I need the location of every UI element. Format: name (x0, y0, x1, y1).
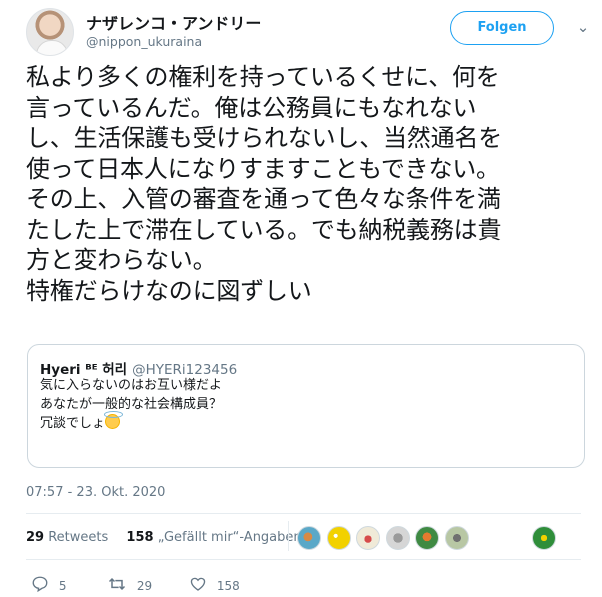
retweets-count[interactable]: 29 (26, 530, 44, 545)
liker-avatar[interactable] (327, 526, 351, 550)
liker-avatar[interactable] (386, 526, 410, 550)
actions-top-divider (26, 559, 581, 560)
likes-label[interactable]: „Gefällt mir“-Angaben (158, 530, 302, 545)
likes-count[interactable]: 158 (126, 530, 153, 545)
retweet-count: 29 (136, 579, 153, 593)
like-count: 158 (216, 579, 240, 593)
liker-avatar[interactable] (415, 526, 439, 550)
author-display-name[interactable]: ナザレンコ・アンドリー (86, 10, 261, 34)
tweet-text: 私より多くの権利を持っているくせに、何を 言っているんだ。俺は公務員にもなれない… (26, 63, 502, 305)
chevron-down-icon[interactable]: ⌄ (573, 17, 593, 37)
quoted-tweet-author[interactable]: Ηyeri ᴮᴱ 허리 @HYERi123456 (40, 358, 237, 378)
author-handle[interactable]: @nippon_ukuraina (86, 34, 202, 49)
tweet-timestamp[interactable]: 07:57 - 23. Okt. 2020 (26, 485, 165, 500)
liker-avatar[interactable] (297, 526, 321, 550)
smiling-halo-emoji-icon (104, 411, 124, 429)
author-avatar[interactable] (26, 8, 74, 56)
quoted-tweet-text: 気に入らないのはお互い様だよ あなたが一般的な社会構成員？ 冗談でしょ (40, 377, 540, 434)
liker-avatar[interactable] (356, 526, 380, 550)
heart-icon (190, 577, 206, 591)
retweet-icon (108, 577, 126, 591)
retweet-action[interactable]: 29 (107, 575, 152, 593)
reply-icon (32, 576, 48, 593)
liker-avatar[interactable] (532, 526, 556, 550)
like-action[interactable]: 158 (189, 575, 240, 593)
reply-action[interactable]: 5 (31, 575, 66, 593)
stats-top-divider (26, 513, 581, 514)
follow-button[interactable]: Folgen (450, 11, 554, 45)
quoted-tweet-display-name: Ηyeri ᴮᴱ 허리 (40, 362, 128, 378)
quoted-tweet-handle: @HYERi123456 (132, 362, 238, 378)
reply-count: 5 (58, 579, 67, 593)
retweets-label[interactable]: Retweets (48, 530, 108, 545)
liker-avatar[interactable] (445, 526, 469, 550)
stats-vertical-divider (288, 521, 289, 551)
engagement-stats: 29 Retweets 158 „Gefällt mir“-Angaben (26, 530, 302, 545)
quoted-tweet-body: 気に入らないのはお互い様だよ あなたが一般的な社会構成員？ 冗談でしょ (40, 378, 223, 431)
